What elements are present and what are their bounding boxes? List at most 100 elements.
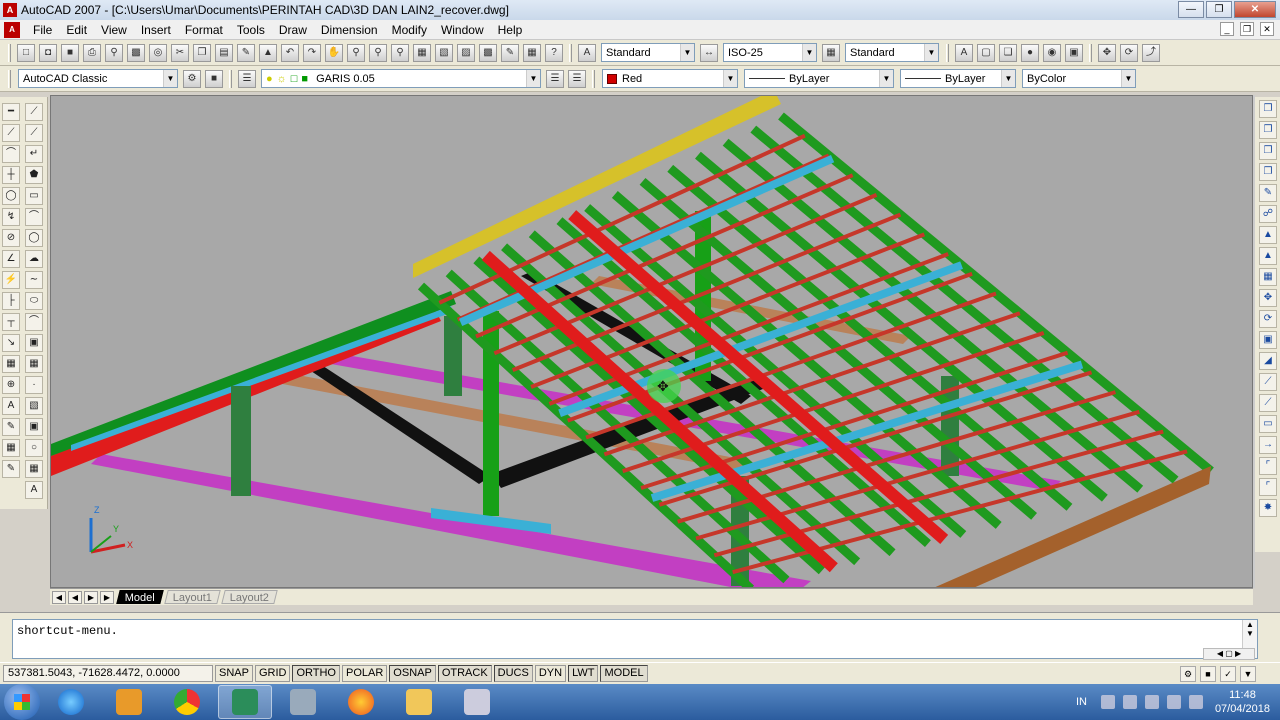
- ordinate-dim-icon[interactable]: ┼: [2, 166, 20, 184]
- continue-dim-icon[interactable]: ┬: [2, 313, 20, 331]
- chamfer-icon[interactable]: ⌜: [1259, 457, 1277, 475]
- union-icon[interactable]: ❐: [1259, 121, 1277, 139]
- clock[interactable]: 11:48 07/04/2018: [1215, 688, 1270, 716]
- action-center-icon[interactable]: [1144, 695, 1159, 709]
- revision-cloud-icon[interactable]: ☁: [25, 250, 43, 268]
- taskbar-calculator[interactable]: [450, 685, 504, 719]
- dim-style-combo[interactable]: ISO-25 ▼: [723, 43, 817, 62]
- construction-line-icon[interactable]: ⟋: [25, 124, 43, 142]
- toggle-snap[interactable]: SNAP: [215, 665, 253, 682]
- new-icon[interactable]: □: [17, 43, 35, 62]
- 3d-align-icon[interactable]: ⤴: [1142, 43, 1160, 62]
- markup-icon[interactable]: ✎: [501, 43, 519, 62]
- toggle-ducs[interactable]: DUCS: [493, 665, 533, 682]
- toggle-dyn[interactable]: DYN: [534, 665, 567, 682]
- cut-icon[interactable]: ✂: [171, 43, 189, 62]
- make-layer-current-icon[interactable]: ☰: [546, 69, 564, 88]
- quick-dim-icon[interactable]: ⚡: [2, 271, 20, 289]
- doc-minimize-button[interactable]: _: [1220, 22, 1234, 36]
- print-icon[interactable]: ⎙: [83, 43, 101, 62]
- tab-layout2[interactable]: Layout2: [221, 590, 279, 604]
- text-style-icon[interactable]: A: [578, 43, 596, 62]
- prev-tab-icon[interactable]: ◀: [68, 590, 82, 604]
- first-tab-icon[interactable]: ◀: [52, 590, 66, 604]
- center-mark-icon[interactable]: ⊕: [2, 376, 20, 394]
- mirror-icon[interactable]: ▲: [1259, 226, 1277, 244]
- explode-icon[interactable]: ✸: [1259, 499, 1277, 517]
- layer-combo[interactable]: ● ☼ □ ■ GARIS 0.05 ▼: [261, 69, 541, 88]
- text-style-combo[interactable]: Standard ▼: [601, 43, 695, 62]
- table-style-combo[interactable]: Standard ▼: [845, 43, 939, 62]
- taskbar-firefox[interactable]: [334, 685, 388, 719]
- quick-leader-icon[interactable]: ↘: [2, 334, 20, 352]
- stretch-icon[interactable]: ◢: [1259, 352, 1277, 370]
- render-icon[interactable]: ●: [1021, 43, 1039, 62]
- table-style-icon[interactable]: ▦: [822, 43, 840, 62]
- 3d-dwf-icon[interactable]: ◎: [149, 43, 167, 62]
- taskbar-autocad[interactable]: [218, 685, 272, 719]
- menu-file[interactable]: File: [26, 23, 59, 37]
- dim-update-icon[interactable]: ▦: [2, 439, 20, 457]
- fillet-icon[interactable]: ⌜: [1259, 478, 1277, 496]
- doc-close-button[interactable]: ✕: [1260, 22, 1274, 36]
- toggle-ortho[interactable]: ORTHO: [292, 665, 340, 682]
- 3d-box-icon[interactable]: ❏: [999, 43, 1017, 62]
- doc-restore-button[interactable]: ❐: [1240, 22, 1254, 36]
- color-combo[interactable]: Red ▼: [602, 69, 738, 88]
- intersect-icon[interactable]: ❐: [1259, 163, 1277, 181]
- publish-icon[interactable]: ▩: [127, 43, 145, 62]
- workspace-save-icon[interactable]: ■: [205, 69, 223, 88]
- tool-palettes-icon[interactable]: ▨: [457, 43, 475, 62]
- move-icon[interactable]: ✥: [1259, 289, 1277, 307]
- menu-modify[interactable]: Modify: [385, 23, 434, 37]
- calculator-icon[interactable]: ▦: [523, 43, 541, 62]
- document-icon[interactable]: A: [4, 21, 20, 38]
- trim-icon[interactable]: ⟋: [1259, 373, 1277, 391]
- zoom-window-icon[interactable]: ⚲: [369, 43, 387, 62]
- table-icon[interactable]: ▦: [25, 460, 43, 478]
- toggle-grid[interactable]: GRID: [254, 665, 291, 682]
- radius-dim-icon[interactable]: ◯: [2, 187, 20, 205]
- tab-layout1[interactable]: Layout1: [164, 590, 221, 604]
- workspace-settings-icon[interactable]: ⚙: [183, 69, 201, 88]
- ellipse-icon[interactable]: ⬭: [25, 292, 43, 310]
- menu-format[interactable]: Format: [178, 23, 230, 37]
- undo-icon[interactable]: ↶: [281, 43, 299, 62]
- menu-edit[interactable]: Edit: [59, 23, 94, 37]
- multiline-text-icon[interactable]: A: [25, 481, 43, 499]
- tolerance-icon[interactable]: ▦: [2, 355, 20, 373]
- status-menu-icon[interactable]: ▼: [1240, 666, 1256, 682]
- taskbar-internet-explorer[interactable]: [44, 685, 98, 719]
- plot-preview-icon[interactable]: ⚲: [105, 43, 123, 62]
- circle-icon[interactable]: ◯: [25, 229, 43, 247]
- menu-draw[interactable]: Draw: [272, 23, 314, 37]
- zoom-realtime-icon[interactable]: ⚲: [347, 43, 365, 62]
- save-icon[interactable]: ■: [61, 43, 79, 62]
- aligned-dim-icon[interactable]: ⟋: [2, 124, 20, 142]
- polygon-icon[interactable]: ⬟: [25, 166, 43, 184]
- coordinate-readout[interactable]: 537381.5043, -71628.4472, 0.0000: [3, 665, 213, 682]
- lock-icon[interactable]: ■: [1200, 666, 1216, 682]
- menu-window[interactable]: Window: [434, 23, 491, 37]
- rectangle-icon[interactable]: ▭: [25, 187, 43, 205]
- arc-icon[interactable]: ⌒: [25, 208, 43, 226]
- lineweight-combo[interactable]: ByLayer ▼: [900, 69, 1016, 88]
- rotate-icon[interactable]: ⟳: [1259, 310, 1277, 328]
- hatch-icon[interactable]: ▧: [25, 397, 43, 415]
- menu-view[interactable]: View: [94, 23, 134, 37]
- spline-icon[interactable]: ∼: [25, 271, 43, 289]
- linear-dim-icon[interactable]: ━: [2, 103, 20, 121]
- close-button[interactable]: ✕: [1234, 1, 1276, 18]
- jogged-dim-icon[interactable]: ↯: [2, 208, 20, 226]
- polyline-icon[interactable]: ↵: [25, 145, 43, 163]
- last-tab-icon[interactable]: ▶: [100, 590, 114, 604]
- join-icon[interactable]: →: [1259, 436, 1277, 454]
- toggle-polar[interactable]: POLAR: [342, 665, 388, 682]
- network-icon[interactable]: [1122, 695, 1137, 709]
- menu-insert[interactable]: Insert: [134, 23, 178, 37]
- autocad-icon[interactable]: A: [3, 3, 17, 17]
- design-center-icon[interactable]: ▧: [435, 43, 453, 62]
- dim-text-edit-icon[interactable]: ✎: [2, 418, 20, 436]
- dim-style-manager-icon[interactable]: ✎: [2, 460, 20, 478]
- copy-objects-icon[interactable]: ❐: [1259, 100, 1277, 118]
